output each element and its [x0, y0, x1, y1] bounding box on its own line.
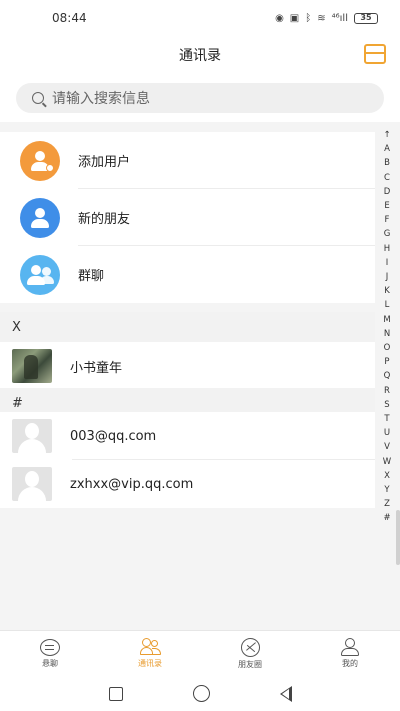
index-letter[interactable]: R — [384, 384, 390, 398]
contact-row[interactable]: 003@qq.com — [0, 412, 375, 460]
me-icon — [340, 638, 360, 656]
contact-name: zxhxx@vip.qq.com — [70, 476, 194, 492]
contact-avatar — [12, 349, 52, 383]
index-letter[interactable]: N — [384, 327, 390, 341]
new-friends-item[interactable]: 新的朋友 — [0, 189, 375, 246]
search-icon — [32, 92, 44, 104]
status-icons: ◉ ▣ ᛒ ≋ ⁴⁶ıll 35 — [275, 12, 378, 24]
status-time: 08:44 — [52, 11, 87, 25]
scrollbar[interactable] — [396, 510, 400, 565]
index-letter[interactable]: V — [384, 440, 390, 454]
layout-toggle-icon[interactable] — [364, 44, 386, 64]
signal-icon: ⁴⁶ıll — [331, 12, 348, 24]
tab-chat[interactable]: 悬聊 — [0, 631, 100, 676]
index-letter[interactable]: F — [385, 213, 390, 227]
index-letter[interactable]: E — [384, 199, 389, 213]
contact-row[interactable]: zxhxx@vip.qq.com — [0, 460, 375, 508]
index-letter[interactable]: # — [383, 511, 390, 525]
contact-list-x: 小书童年 — [0, 342, 375, 390]
add-user-icon — [20, 140, 60, 181]
page-title: 通讯录 — [179, 48, 221, 64]
default-avatar-icon — [12, 419, 52, 453]
tab-me[interactable]: 我的 — [300, 631, 400, 676]
index-letter[interactable]: Z — [384, 497, 390, 511]
index-letter[interactable]: C — [384, 171, 390, 185]
tab-label: 我的 — [342, 659, 358, 668]
index-letter[interactable]: G — [384, 227, 391, 241]
bottom-tab-bar: 悬聊 通讯录 朋友圈 我的 — [0, 630, 400, 676]
tab-label: 通讯录 — [138, 659, 162, 668]
index-letter[interactable]: P — [384, 355, 389, 369]
group-chat-icon — [20, 254, 60, 295]
contacts-icon — [140, 638, 161, 656]
search-input[interactable]: 请输入搜索信息 — [16, 83, 384, 113]
index-letter[interactable]: W — [383, 455, 391, 469]
eye-icon: ◉ — [275, 12, 284, 24]
index-letter[interactable]: H — [384, 242, 390, 256]
index-letter[interactable]: Q — [384, 369, 391, 383]
chat-icon — [40, 638, 60, 656]
contact-name: 小书童年 — [70, 360, 123, 376]
home-icon[interactable] — [192, 685, 210, 702]
function-list: 添加用户 新的朋友 群聊 — [0, 132, 375, 303]
header: 通讯录 — [0, 36, 400, 74]
default-avatar-icon — [12, 467, 52, 501]
group-chat-item[interactable]: 群聊 — [0, 246, 375, 303]
search-placeholder: 请输入搜索信息 — [52, 91, 150, 107]
search-bar: 请输入搜索信息 — [0, 74, 400, 122]
back-icon[interactable] — [279, 685, 292, 702]
index-letter[interactable]: A — [384, 142, 390, 156]
nfc-icon: ▣ — [289, 12, 300, 24]
battery-icon: 35 — [354, 12, 378, 24]
index-letter[interactable]: J — [386, 270, 389, 284]
contact-row[interactable]: 小书童年 — [0, 342, 375, 390]
wifi-icon: ≋ — [317, 12, 326, 24]
bluetooth-icon: ᛒ — [305, 12, 312, 24]
index-letter[interactable]: Y — [384, 483, 389, 497]
index-letter[interactable]: ↑ — [383, 128, 390, 142]
status-bar: 08:44 ◉ ▣ ᛒ ≋ ⁴⁶ıll 35 — [0, 0, 400, 36]
new-friend-icon — [20, 197, 60, 238]
index-letter[interactable]: L — [385, 298, 390, 312]
index-letter[interactable]: M — [383, 313, 390, 327]
tab-moments[interactable]: 朋友圈 — [200, 631, 300, 676]
tab-label: 悬聊 — [42, 658, 58, 668]
index-letter[interactable]: X — [384, 469, 390, 483]
tab-contacts[interactable]: 通讯录 — [100, 631, 200, 676]
contact-list-hash: 003@qq.com zxhxx@vip.qq.com — [0, 412, 375, 508]
index-letter[interactable]: O — [384, 341, 391, 355]
index-letter[interactable]: T — [384, 412, 389, 426]
index-letter[interactable]: D — [384, 185, 391, 199]
system-nav-bar — [0, 676, 400, 711]
new-friends-label: 新的朋友 — [78, 212, 131, 227]
index-letter[interactable]: K — [384, 284, 390, 298]
index-letter[interactable]: B — [384, 156, 390, 170]
recent-apps-icon[interactable] — [108, 686, 123, 701]
add-user-label: 添加用户 — [78, 155, 131, 170]
moments-icon — [240, 637, 260, 657]
index-letter[interactable]: U — [384, 426, 390, 440]
alphabet-index[interactable]: ↑ A B C D E F G H I J K L M N O P Q R S … — [380, 128, 394, 526]
section-header-x: X — [0, 312, 375, 342]
group-chat-label: 群聊 — [78, 269, 105, 284]
index-letter[interactable]: I — [386, 256, 389, 270]
index-letter[interactable]: S — [384, 398, 389, 412]
add-user-item[interactable]: 添加用户 — [0, 132, 375, 189]
tab-label: 朋友圈 — [238, 659, 262, 669]
contact-name: 003@qq.com — [70, 428, 157, 444]
